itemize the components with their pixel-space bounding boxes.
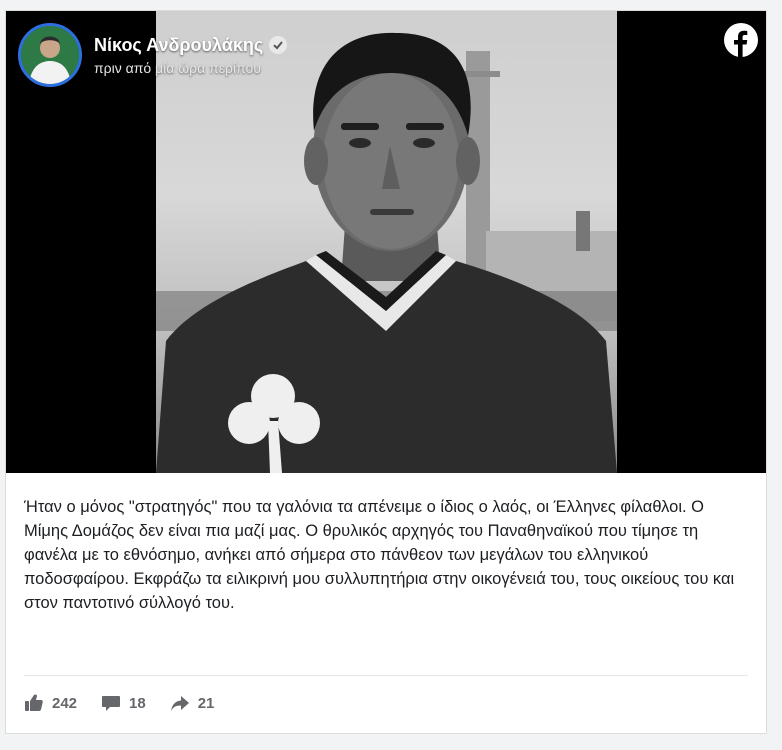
- comment-count[interactable]: 18: [101, 693, 146, 713]
- comment-icon: [102, 696, 121, 711]
- share-icon: [170, 696, 189, 711]
- post-header: Νίκος Ανδρουλάκης πριν από μία ώρα περίπ…: [18, 23, 288, 87]
- post-media[interactable]: Νίκος Ανδρουλάκης πριν από μία ώρα περίπ…: [6, 11, 766, 473]
- facebook-post-card: Νίκος Ανδρουλάκης πριν από μία ώρα περίπ…: [5, 10, 767, 734]
- author-row: Νίκος Ανδρουλάκης: [94, 35, 288, 56]
- engagement-bar: 242 18 21: [24, 693, 238, 713]
- comment-count-label: 18: [129, 694, 146, 712]
- facebook-icon[interactable]: [724, 23, 758, 57]
- verified-badge-icon: [269, 36, 288, 54]
- post-text: Ήταν ο μόνος "στρατηγός" που τα γαλόνια …: [24, 498, 735, 612]
- author-avatar[interactable]: [18, 23, 82, 87]
- like-count[interactable]: 242: [24, 693, 77, 713]
- divider: [24, 675, 748, 676]
- share-count-label: 21: [197, 694, 215, 712]
- share-count[interactable]: 21: [170, 693, 215, 713]
- thumbs-up-icon: [25, 694, 43, 711]
- author-info: Νίκος Ανδρουλάκης πριν από μία ώρα περίπ…: [94, 35, 288, 76]
- avatar-image: [21, 26, 79, 84]
- like-count-label: 242: [52, 694, 78, 712]
- post-timestamp[interactable]: πριν από μία ώρα περίπου: [94, 60, 287, 76]
- author-name[interactable]: Νίκος Ανδρουλάκης: [94, 35, 263, 56]
